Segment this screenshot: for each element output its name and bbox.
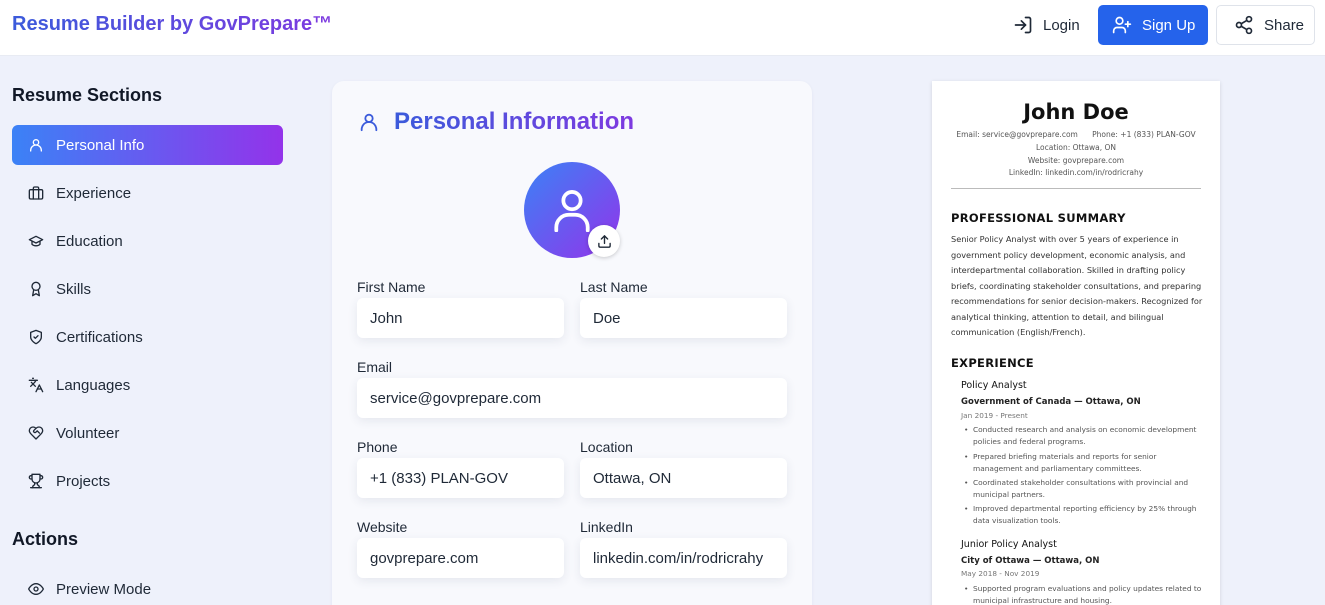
- resume-job-org: City of Ottawa — Ottawa, ON: [961, 556, 1100, 566]
- sidebar-item-projects[interactable]: Projects: [12, 461, 283, 501]
- resume-divider: [951, 188, 1201, 189]
- sidebar-item-label: Languages: [56, 376, 131, 394]
- resume-summary-heading: PROFESSIONAL SUMMARY: [951, 211, 1126, 225]
- sidebar-item-label: Education: [56, 232, 123, 250]
- resume-job-bullet: Conducted research and analysis on econo…: [964, 424, 1205, 447]
- sidebar-item-personal-info[interactable]: Personal Info: [12, 125, 283, 165]
- resume-job-bullet: Coordinated stakeholder consultations wi…: [964, 477, 1205, 500]
- user-icon: [554, 190, 590, 232]
- resume-contact-line: Email: service@govprepare.com Phone: +1 …: [932, 130, 1220, 139]
- first-name-label: First Name: [357, 279, 426, 295]
- sidebar-item-label: Volunteer: [56, 424, 120, 442]
- sidebar-item-label: Projects: [56, 472, 111, 490]
- website-label: Website: [357, 519, 408, 535]
- trophy-icon: [28, 473, 44, 489]
- sidebar-item-label: Certifications: [56, 328, 143, 346]
- linkedin-label: LinkedIn: [580, 519, 633, 535]
- linkedin-input[interactable]: [580, 538, 787, 578]
- award-icon: [31, 281, 41, 297]
- resume-sections-heading: Resume Sections: [12, 85, 163, 105]
- resume-job-org: Government of Canada — Ottawa, ON: [961, 397, 1141, 407]
- sidebar-item-languages[interactable]: Languages: [12, 365, 283, 405]
- resume-contact-location: Location: Ottawa, ON: [1035, 143, 1117, 152]
- sign-up-label: Sign Up: [1142, 16, 1196, 34]
- resume-contact-email: Email: service@govprepare.com: [956, 130, 1078, 139]
- login-button[interactable]: Login: [1005, 5, 1085, 45]
- resume-contact-phone: Phone: +1 (833) PLAN-GOV: [1092, 130, 1196, 139]
- briefcase-icon: [28, 186, 44, 200]
- resume-job-bullet: Supported program evaluations and policy…: [964, 583, 1205, 605]
- sign-up-button[interactable]: Sign Up: [1098, 5, 1208, 45]
- sidebar-item-education[interactable]: Education: [12, 221, 283, 261]
- resume-job-role: Junior Policy Analyst: [961, 539, 1057, 550]
- resume-name: John Doe: [1023, 100, 1129, 124]
- preview-mode-button[interactable]: Preview Mode: [12, 569, 283, 605]
- email-label: Email: [357, 359, 393, 375]
- share-icon: [1235, 15, 1253, 35]
- login-label: Login: [1043, 16, 1080, 34]
- phone-input[interactable]: [357, 458, 564, 498]
- share-button[interactable]: Share: [1216, 5, 1315, 45]
- user-plus-icon: [1112, 16, 1132, 34]
- website-input[interactable]: [357, 538, 564, 578]
- top-header: Resume Builder by GovPrepare™ Login Sign…: [0, 0, 1325, 56]
- location-input[interactable]: [580, 458, 787, 498]
- upload-photo-button[interactable]: [588, 225, 620, 257]
- sidebar-item-experience[interactable]: Experience: [12, 173, 283, 213]
- graduation-cap-icon: [28, 235, 44, 247]
- actions-heading: Actions: [12, 529, 79, 549]
- sidebar: Resume Sections Personal Info Experience…: [0, 57, 300, 605]
- location-label: Location: [580, 439, 633, 455]
- last-name-input[interactable]: [580, 298, 787, 338]
- resume-experience-heading: EXPERIENCE: [951, 356, 1034, 370]
- user-icon: [30, 139, 42, 152]
- eye-icon: [28, 583, 44, 595]
- resume-job-bullet: Improved departmental reporting efficien…: [964, 503, 1205, 526]
- resume-job-dates: May 2018 - Nov 2019: [961, 569, 1040, 578]
- card-header: Personal Information: [358, 108, 634, 136]
- sidebar-item-label: Personal Info: [56, 136, 145, 154]
- upload-icon: [597, 234, 611, 248]
- resume-contact-website: Website: govprepare.com: [1027, 156, 1125, 165]
- resume-job-role: Policy Analyst: [961, 380, 1027, 391]
- sidebar-item-certifications[interactable]: Certifications: [12, 317, 283, 357]
- resume-summary-text: Senior Policy Analyst with over 5 years …: [951, 234, 1203, 337]
- sidebar-item-volunteer[interactable]: Volunteer: [12, 413, 283, 453]
- user-icon: [360, 113, 378, 132]
- resume-job-bullet: Prepared briefing materials and reports …: [964, 451, 1205, 474]
- preview-mode-label: Preview Mode: [56, 580, 152, 598]
- heart-handshake-icon: [28, 426, 44, 440]
- brand-title[interactable]: Resume Builder by GovPrepare™: [12, 13, 332, 36]
- personal-info-card: Personal Information First Name Last Nam…: [332, 81, 812, 605]
- sidebar-item-label: Skills: [56, 280, 92, 298]
- phone-label: Phone: [357, 439, 398, 455]
- resume-job-dates: Jan 2019 - Present: [961, 411, 1028, 420]
- sidebar-item-skills[interactable]: Skills: [12, 269, 283, 309]
- translate-icon: [28, 377, 44, 393]
- login-icon: [1014, 16, 1032, 34]
- sidebar-item-label: Experience: [56, 184, 132, 202]
- resume-preview: John Doe Email: service@govprepare.com P…: [932, 81, 1220, 605]
- email-field[interactable]: [357, 378, 787, 418]
- first-name-input[interactable]: [357, 298, 564, 338]
- last-name-label: Last Name: [580, 279, 648, 295]
- page-title: Personal Information: [394, 108, 635, 135]
- share-label: Share: [1264, 16, 1305, 34]
- resume-contact-linkedin: LinkedIn: linkedin.com/in/rodricrahy: [1008, 168, 1144, 177]
- shield-check-icon: [30, 329, 42, 345]
